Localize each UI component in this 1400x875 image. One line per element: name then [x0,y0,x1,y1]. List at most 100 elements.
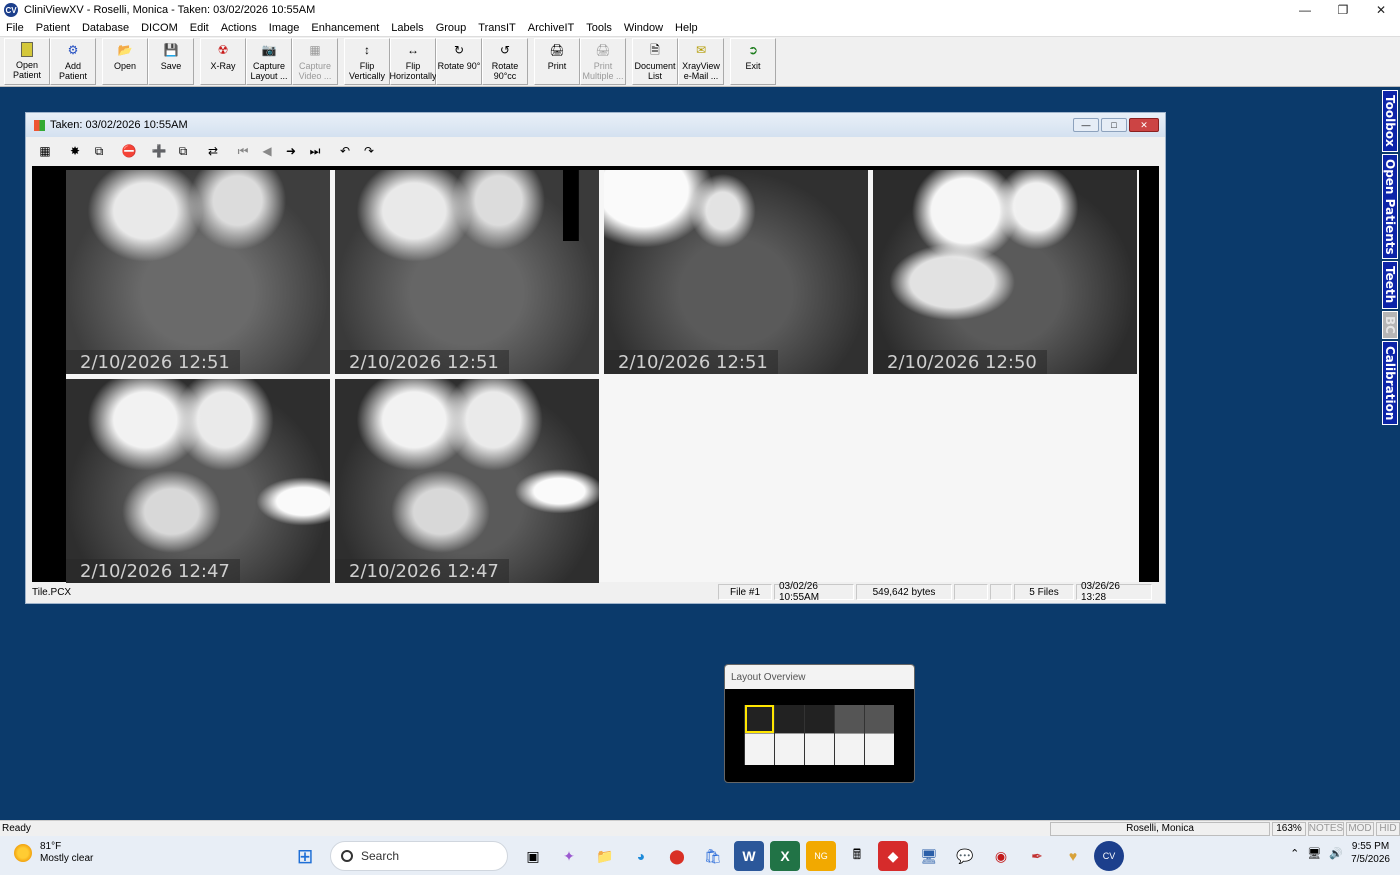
windows-start-icon[interactable]: ⊞ [290,841,320,871]
clock-date: 7/5/2026 [1351,854,1390,865]
tile-layout-icon[interactable]: ▦ [34,140,56,162]
xray-tile[interactable]: 2/10/2026 12:51 [604,170,868,374]
menu-tools[interactable]: Tools [580,22,618,34]
xray-button[interactable]: ☢ X-Ray [200,38,246,85]
flip-horizontally-button[interactable]: ↔ Flip Horizontally [390,38,437,85]
timestamp-label: 2/10/2026 12:47 [335,559,509,583]
layout-thumbnail[interactable] [744,705,774,765]
taskbar-search[interactable]: Search [330,841,508,871]
menu-dicom[interactable]: DICOM [135,22,184,34]
zoom-status: 163% [1272,821,1306,836]
chrome-icon[interactable]: ⬤ [662,841,692,871]
calculator-icon[interactable]: 🖩 [842,841,872,871]
last-icon[interactable]: ⏭ [304,140,326,162]
layout-thumbnail[interactable] [864,705,894,765]
open-button[interactable]: 📂 Open [102,38,148,85]
close-icon[interactable]: ✕ [1362,0,1400,20]
maximize-icon[interactable]: □ [1101,118,1127,132]
menu-patient[interactable]: Patient [30,22,76,34]
menu-transit[interactable]: TransIT [472,22,522,34]
app-red-icon[interactable]: ◆ [878,841,908,871]
menu-help[interactable]: Help [669,22,704,34]
cliniview-icon[interactable]: CV [1094,841,1124,871]
tab-calibration[interactable]: Calibration [1382,340,1398,425]
excel-icon[interactable]: X [770,841,800,871]
app-pen-icon[interactable]: ✒ [1022,841,1052,871]
rotate-90cc-button[interactable]: ↺ Rotate 90°cc [482,38,528,85]
chat-icon[interactable]: 💬 [950,841,980,871]
menu-archiveit[interactable]: ArchiveIT [522,22,580,34]
layout-thumbnail[interactable] [834,705,864,765]
xray-tile[interactable]: 2/10/2026 12:47 [335,379,599,583]
menu-group[interactable]: Group [430,22,473,34]
clock[interactable]: 9:55 PM 7/5/2026 [1351,840,1390,866]
menu-edit[interactable]: Edit [184,22,215,34]
image-window-controls: — □ ✕ [1073,118,1159,132]
word-icon[interactable]: W [734,841,764,871]
rotate-ccw-icon: ↺ [499,43,511,57]
menu-actions[interactable]: Actions [215,22,263,34]
previous-icon[interactable]: ◀ [256,140,278,162]
close-icon[interactable]: ✕ [1129,118,1159,132]
undo-icon[interactable]: ↶ [334,140,356,162]
xray-tile[interactable]: 2/10/2026 12:51 [335,170,599,374]
menu-enhancement[interactable]: Enhancement [305,22,385,34]
add-patient-button[interactable]: ⚙ Add Patient [50,38,96,85]
tab-open-patients[interactable]: Open Patients [1382,153,1398,260]
edge-icon[interactable]: ◕ [626,841,656,871]
restore-icon[interactable]: ❐ [1324,0,1362,20]
flip-vertically-button[interactable]: ↕ Flip Vertically [344,38,390,85]
menu-image[interactable]: Image [263,22,306,34]
xray-tile[interactable]: 2/10/2026 12:50 [873,170,1137,374]
minimize-icon[interactable]: — [1286,0,1324,20]
xray-tile[interactable]: 2/10/2026 12:47 [66,379,330,583]
rotate-90-button[interactable]: ↻ Rotate 90° [436,38,482,85]
menu-window[interactable]: Window [618,22,669,34]
search-placeholder: Search [361,849,400,863]
layout-thumbnail[interactable] [804,705,834,765]
menu-database[interactable]: Database [76,22,135,34]
tab-bc[interactable]: BC [1382,310,1398,339]
tooth-icon[interactable]: ♥ [1058,841,1088,871]
save-button[interactable]: 💾 Save [148,38,194,85]
file-explorer-icon[interactable]: 📁 [590,841,620,871]
document-list-button[interactable]: 🗎 Document List [632,38,678,85]
enhance-icon[interactable]: ✸ [64,140,86,162]
stop-icon[interactable]: ⛔ [118,140,140,162]
xray-icon: ☢ [217,43,229,57]
store-icon[interactable]: 🛍 [698,841,728,871]
xray-tile[interactable]: 2/10/2026 12:51 [66,170,330,374]
compare-icon[interactable]: ⧉ [88,140,110,162]
layout-thumbnail[interactable] [774,705,804,765]
swap-icon[interactable]: ⇄ [202,140,224,162]
xrayview-email-button[interactable]: ✉ XrayView e-Mail ... [678,38,724,85]
remote-desktop-icon[interactable]: 🖥 [914,841,944,871]
copilot-icon[interactable]: ✦ [554,841,584,871]
print-button[interactable]: 🖨 Print [534,38,580,85]
minimize-icon[interactable]: — [1073,118,1099,132]
menu-file[interactable]: File [0,22,30,34]
volume-icon[interactable]: 🔊 [1329,847,1343,860]
exit-button[interactable]: ➲ Exit [730,38,776,85]
tab-teeth[interactable]: Teeth [1382,261,1398,309]
redo-icon[interactable]: ↷ [358,140,380,162]
open-patient-button[interactable]: Open Patient [4,38,50,85]
chevron-up-icon[interactable]: ⌃ [1290,847,1299,860]
weather-widget[interactable]: 81°F Mostly clear [14,841,93,865]
first-icon[interactable]: ⏮ [232,140,254,162]
tab-toolbox[interactable]: Toolbox [1382,90,1398,152]
network-icon[interactable]: 🖥 [1307,847,1321,860]
move-icon[interactable]: ➕ [148,140,170,162]
menu-labels[interactable]: Labels [385,22,429,34]
menu-bar: File Patient Database DICOM Edit Actions… [0,20,1400,37]
file-size-label: 549,642 bytes [856,584,952,600]
task-view-icon[interactable]: ▣ [518,841,548,871]
next-icon[interactable]: ➜ [280,140,302,162]
capture-video-button[interactable]: ▦ Capture Video ... [292,38,338,85]
print-multiple-button[interactable]: 🖨 Print Multiple ... [580,38,626,85]
arrange-icon[interactable]: ⧉ [172,140,194,162]
capture-layout-button[interactable]: 📷 Capture Layout ... [246,38,292,85]
app-target-icon[interactable]: ◉ [986,841,1016,871]
app-ng-icon[interactable]: NG [806,841,836,871]
side-tabs: Toolbox Open Patients Teeth BC Calibrati… [1382,90,1400,427]
